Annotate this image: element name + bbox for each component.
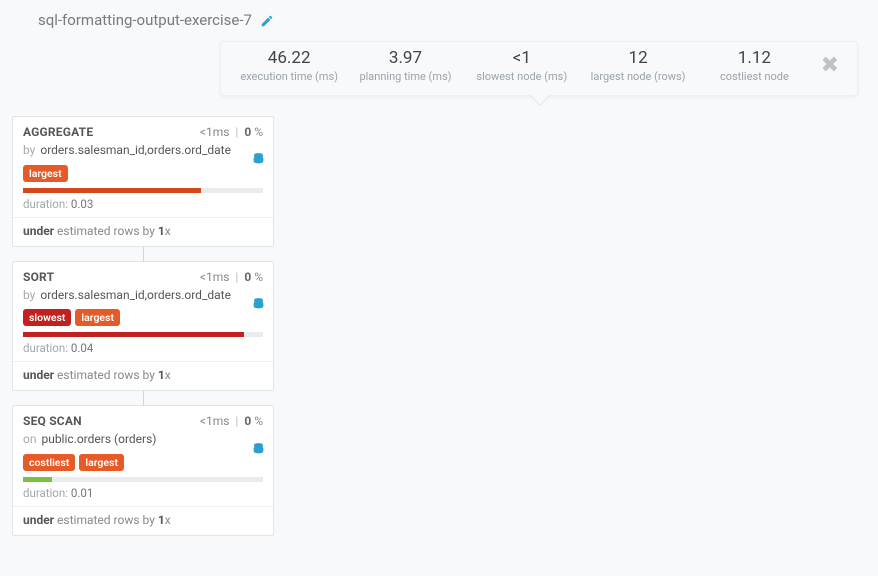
duration-row: duration: 0.03 (23, 197, 263, 211)
node-connector (143, 247, 144, 261)
plan-node-card[interactable]: SORT <1ms | 0 % by orders.salesman_id,or… (12, 261, 274, 392)
node-timing: <1ms | 0 % (200, 414, 263, 428)
card-divider (13, 361, 273, 362)
duration-bar-fill (23, 188, 201, 193)
card-head: AGGREGATE <1ms | 0 % (23, 125, 263, 139)
node-subline: by orders.salesman_id,orders.ord_date (23, 143, 263, 159)
card-head: SORT <1ms | 0 % (23, 270, 263, 284)
badge-largest: largest (79, 454, 124, 471)
badge-largest: largest (75, 309, 120, 326)
database-icon[interactable] (252, 296, 265, 310)
estimate-row: under estimated rows by 1x (23, 513, 263, 527)
duration-row: duration: 0.01 (23, 486, 263, 500)
duration-bar-fill (23, 477, 52, 482)
badge-row: costliestlargest (23, 454, 263, 471)
node-name: SORT (23, 270, 54, 284)
edit-icon[interactable] (260, 10, 274, 29)
estimate-row: under estimated rows by 1x (23, 368, 263, 382)
estimate-row: under estimated rows by 1x (23, 224, 263, 238)
close-icon[interactable]: ✖ (813, 53, 847, 78)
badge-largest: largest (23, 165, 68, 182)
stat-value: 1.12 (696, 48, 812, 68)
duration-bar-fill (23, 332, 244, 337)
badge-slowest: slowest (23, 309, 71, 326)
node-name: SEQ SCAN (23, 414, 82, 428)
stat-label: planning time (ms) (347, 70, 463, 83)
stats-notch (530, 86, 550, 106)
stat-slowest: <1 slowest node (ms) (464, 48, 580, 83)
plan-node-card[interactable]: AGGREGATE <1ms | 0 % by orders.salesman_… (12, 116, 274, 247)
card-divider (13, 506, 273, 507)
plan-column: AGGREGATE <1ms | 0 % by orders.salesman_… (12, 116, 274, 536)
stat-label: execution time (ms) (231, 70, 347, 83)
stat-label: costliest node (696, 70, 812, 83)
stat-value: <1 (464, 48, 580, 68)
plan-title: sql-formatting-output-exercise-7 (38, 11, 252, 29)
title-row: sql-formatting-output-exercise-7 (0, 0, 878, 35)
stat-execution: 46.22 execution time (ms) (231, 48, 347, 83)
badge-row: slowestlargest (23, 309, 263, 326)
badge-row: largest (23, 165, 263, 182)
node-name: AGGREGATE (23, 125, 93, 139)
database-icon[interactable] (252, 440, 265, 454)
node-connector (143, 391, 144, 405)
stat-costliest: 1.12 costliest node (696, 48, 812, 83)
stat-planning: 3.97 planning time (ms) (347, 48, 463, 83)
stat-label: largest node (rows) (580, 70, 696, 83)
card-head: SEQ SCAN <1ms | 0 % (23, 414, 263, 428)
stat-value: 12 (580, 48, 696, 68)
node-timing: <1ms | 0 % (200, 270, 263, 284)
stat-value: 3.97 (347, 48, 463, 68)
duration-bar-track (23, 332, 263, 337)
badge-costliest: costliest (23, 454, 75, 471)
node-timing: <1ms | 0 % (200, 125, 263, 139)
stats-band: 46.22 execution time (ms) 3.97 planning … (220, 41, 858, 96)
stat-value: 46.22 (231, 48, 347, 68)
duration-row: duration: 0.04 (23, 341, 263, 355)
node-subline: on public.orders (orders) (23, 432, 263, 448)
card-divider (13, 217, 273, 218)
database-icon[interactable] (252, 151, 265, 165)
duration-bar-track (23, 188, 263, 193)
duration-bar-track (23, 477, 263, 482)
stat-largest: 12 largest node (rows) (580, 48, 696, 83)
stat-label: slowest node (ms) (464, 70, 580, 83)
node-subline: by orders.salesman_id,orders.ord_date (23, 288, 263, 304)
plan-node-card[interactable]: SEQ SCAN <1ms | 0 % on public.orders (or… (12, 405, 274, 536)
